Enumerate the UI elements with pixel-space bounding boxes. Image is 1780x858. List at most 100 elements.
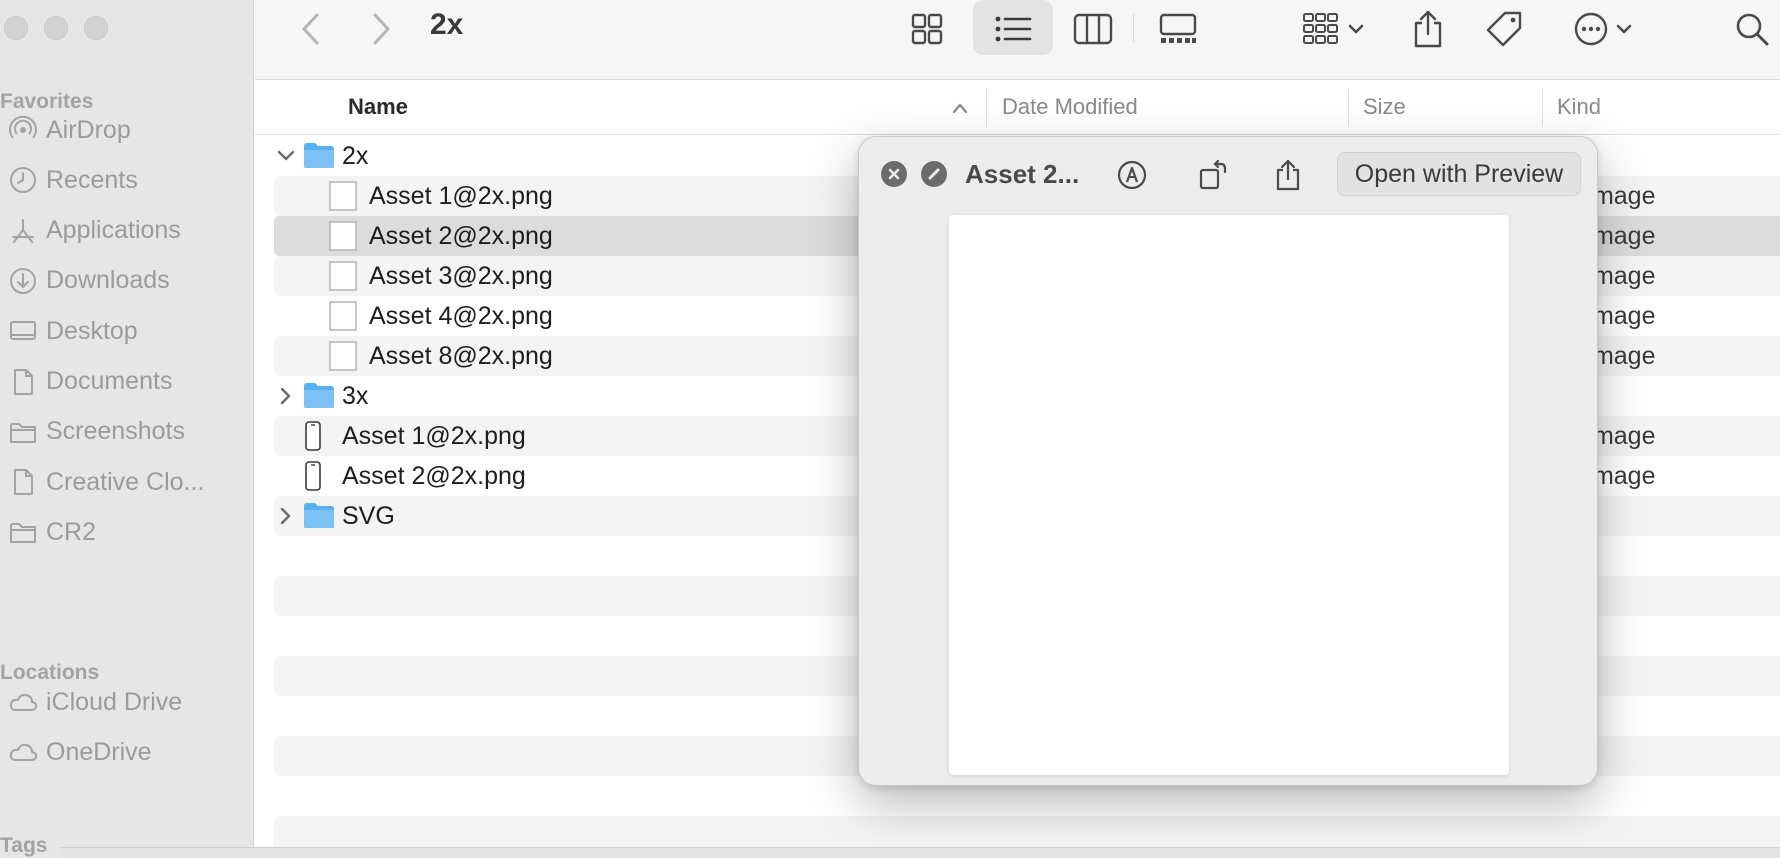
sidebar-item-cr2[interactable]: CR2: [0, 510, 240, 554]
search-button[interactable]: [1727, 6, 1777, 52]
minimize-window-button[interactable]: [44, 16, 68, 40]
disclosure-collapsed-icon[interactable]: [274, 504, 298, 528]
document-icon: [0, 460, 46, 504]
sidebar-item-label: iCloud Drive: [46, 687, 183, 716]
forward-icon: [373, 13, 390, 45]
quick-look-share-button[interactable]: [1268, 155, 1308, 195]
zoom-window-button[interactable]: [84, 16, 108, 40]
file-name: Asset 4@2x.png: [369, 302, 553, 330]
column-divider[interactable]: [1348, 89, 1349, 127]
chevron-down-icon: [1348, 24, 1364, 34]
date-modified-column-header[interactable]: Date Modified: [1002, 94, 1138, 120]
column-divider[interactable]: [986, 89, 987, 127]
disclosure-expanded-icon[interactable]: [274, 144, 298, 168]
phone-image-icon: [301, 460, 325, 497]
sidebar-item-label: Recents: [46, 165, 138, 194]
open-with-preview-button[interactable]: Open with Preview: [1337, 152, 1581, 196]
more-icon: [1574, 12, 1608, 46]
share-button[interactable]: [1403, 6, 1453, 52]
list-view-icon: [995, 16, 1032, 42]
markup-button[interactable]: [1112, 155, 1152, 195]
fullscreen-icon: [928, 168, 940, 180]
sidebar-item-screenshots[interactable]: Screenshots: [0, 410, 240, 454]
image-file-icon: [328, 220, 358, 257]
chevron-down-icon: [1616, 24, 1632, 34]
file-name: SVG: [342, 502, 395, 530]
back-icon: [302, 13, 319, 45]
sidebar-item-recents[interactable]: Recents: [0, 158, 240, 202]
more-actions-button[interactable]: [1565, 6, 1641, 52]
tag-button[interactable]: [1479, 6, 1529, 52]
close-window-button[interactable]: [4, 16, 28, 40]
column-view-button[interactable]: [1063, 6, 1123, 52]
sidebar: Favorites AirDrop Recents Applications Down…: [0, 0, 254, 858]
sidebar-item-label: Creative Clo...: [46, 467, 205, 496]
quick-look-fullscreen-button[interactable]: [921, 161, 947, 187]
back-button[interactable]: [291, 6, 331, 52]
column-header: Name Date Modified Size Kind: [255, 81, 1780, 135]
sidebar-item-desktop[interactable]: Desktop: [0, 309, 240, 353]
folder-icon: [302, 380, 336, 415]
folder-icon: [0, 410, 46, 454]
close-icon: [888, 168, 900, 180]
icon-view-icon: [911, 13, 943, 45]
column-divider[interactable]: [1542, 89, 1543, 127]
quick-look-close-button[interactable]: [881, 161, 907, 187]
sidebar-item-onedrive[interactable]: OneDrive: [0, 730, 240, 774]
rotate-button[interactable]: [1193, 155, 1233, 195]
sidebar-item-airdrop[interactable]: AirDrop: [0, 108, 240, 152]
name-column-header[interactable]: Name: [348, 94, 408, 120]
list-view-button[interactable]: [983, 6, 1043, 52]
sidebar-item-label: Screenshots: [46, 417, 185, 446]
folder-icon: [0, 510, 46, 554]
sidebar-item-documents[interactable]: Documents: [0, 360, 240, 404]
sidebar-item-applications[interactable]: Applications: [0, 209, 240, 253]
sidebar-item-label: Applications: [46, 216, 181, 245]
column-view-icon: [1073, 13, 1113, 45]
sidebar-item-creative-clo[interactable]: Creative Clo...: [0, 460, 240, 504]
icon-view-button[interactable]: [897, 6, 957, 52]
folder-icon: [302, 500, 336, 535]
sidebar-item-label: CR2: [46, 517, 97, 546]
file-name: 3x: [342, 382, 369, 410]
group-by-button[interactable]: [1295, 6, 1371, 52]
tag-icon: [1486, 11, 1522, 47]
desktop-icon: [0, 309, 46, 353]
window-title: 2x: [430, 8, 464, 41]
file-name: Asset 2@2x.png: [342, 462, 526, 490]
document-icon: [0, 360, 46, 404]
quick-look-title: Asset 2...: [965, 159, 1080, 189]
applications-icon: [0, 209, 46, 253]
cloud-icon: [0, 680, 46, 724]
group-icon: [1303, 13, 1338, 44]
sidebar-item-downloads[interactable]: Downloads: [0, 259, 240, 303]
sidebar-item-icloud-drive[interactable]: iCloud Drive: [0, 680, 240, 724]
file-name: Asset 1@2x.png: [369, 182, 553, 210]
finder-window: Favorites AirDrop Recents Applications Down…: [0, 0, 1780, 858]
rotate-icon: [1199, 159, 1227, 190]
airdrop-icon: [0, 108, 46, 152]
size-column-header[interactable]: Size: [1363, 94, 1406, 120]
gallery-view-button[interactable]: [1143, 6, 1213, 52]
quick-look-panel: Asset 2... Open with Preview: [858, 136, 1598, 786]
phone-image-icon: [301, 420, 325, 457]
forward-button[interactable]: [361, 6, 401, 52]
share-icon: [1414, 10, 1442, 48]
sidebar-item-label: Desktop: [46, 316, 138, 345]
file-name: Asset 2@2x.png: [369, 222, 553, 250]
disclosure-collapsed-icon[interactable]: [274, 384, 298, 408]
sidebar-item-label: Downloads: [46, 266, 170, 295]
file-name: Asset 3@2x.png: [369, 262, 553, 290]
kind-column-header[interactable]: Kind: [1557, 94, 1601, 120]
share-icon: [1276, 159, 1300, 191]
image-file-icon: [328, 180, 358, 217]
tags-heading: Tags: [0, 834, 48, 857]
folder-icon: [302, 140, 336, 175]
download-icon: [0, 259, 46, 303]
sidebar-item-label: Documents: [46, 367, 173, 395]
file-name: 2x: [342, 142, 369, 170]
gallery-view-icon: [1159, 13, 1197, 43]
image-file-icon: [328, 340, 358, 377]
sort-ascending-icon[interactable]: [951, 101, 969, 115]
toolbar: 2x: [255, 0, 1780, 80]
